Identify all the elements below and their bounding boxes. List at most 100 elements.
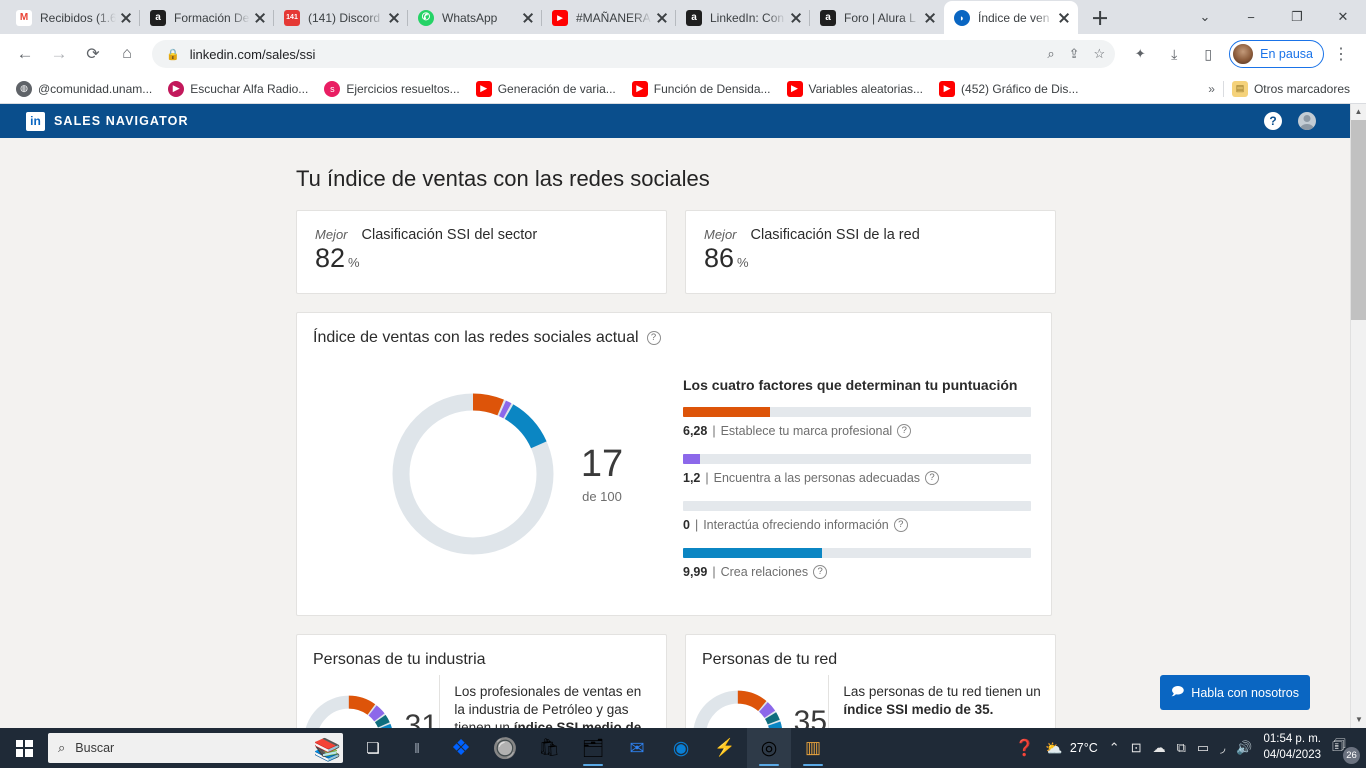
browser-menu-icon[interactable]: ⋮	[1326, 39, 1356, 69]
help-icon[interactable]: ?	[897, 424, 912, 438]
bookmark-item[interactable]: ▶ Escuchar Alfa Radio...	[160, 78, 316, 100]
factor-bar-track	[683, 548, 1031, 558]
tab-close-icon[interactable]	[520, 10, 536, 26]
bookmark-item[interactable]: ◍ @comunidad.unam...	[8, 78, 160, 100]
close-window-button[interactable]: ✕	[1320, 1, 1366, 33]
profile-button[interactable]: En pausa	[1229, 40, 1324, 68]
volume-icon[interactable]: 🔊	[1236, 740, 1252, 756]
people-description: Las personas de tu red tienen un índice …	[843, 683, 1041, 719]
minimize-button[interactable]: −	[1228, 1, 1274, 33]
widgets-icon[interactable]: ‖	[395, 728, 439, 768]
address-bar[interactable]: 🔒 linkedin.com/sales/ssi ⌕ ⇪ ☆	[152, 40, 1116, 68]
help-icon[interactable]: ?	[925, 471, 940, 485]
tray-expand-icon[interactable]: ⌃	[1109, 740, 1120, 756]
factor-label: Interactúa ofreciendo información	[703, 518, 889, 532]
browser-tab[interactable]: a Foro | Alura L	[810, 1, 944, 34]
chat-icon: 🗩	[1170, 684, 1185, 698]
start-button[interactable]	[0, 728, 48, 768]
tab-close-icon[interactable]	[118, 10, 134, 26]
chrome-icon[interactable]: ◎	[747, 728, 791, 768]
weather-widget[interactable]: ⛅ 27°C	[1045, 740, 1097, 757]
bookmark-item[interactable]: ▶ Variables aleatorias...	[779, 78, 932, 100]
file-explorer-icon[interactable]: 🗂	[571, 728, 615, 768]
windows-taskbar: ⌕ Buscar 📚 ❏ ‖ ❖ 🔘 🛍 🗂 ✉ ◉ ⚡ ◎ ▥ ❓ ⛅ 27°…	[0, 728, 1366, 768]
scroll-up-icon[interactable]: ▲	[1351, 104, 1366, 120]
notifications-button[interactable]: 🗊 26	[1332, 735, 1360, 764]
tab-close-icon[interactable]	[788, 10, 804, 26]
wifi-icon[interactable]: ◞	[1220, 740, 1225, 756]
bookmark-item[interactable]: s Ejercicios resueltos...	[316, 78, 467, 100]
tab-close-icon[interactable]	[922, 10, 938, 26]
ssi-score: 17	[580, 442, 624, 485]
avast-icon[interactable]: 🔘	[483, 728, 527, 768]
browser-tab[interactable]: a Formación De	[140, 1, 274, 34]
tab-close-icon[interactable]	[386, 10, 402, 26]
camera-icon[interactable]: ⊡	[1131, 740, 1142, 756]
page-scrollbar[interactable]: ▲ ▼	[1350, 104, 1366, 728]
tab-close-icon[interactable]	[252, 10, 268, 26]
help-icon[interactable]: ?	[1264, 112, 1282, 130]
scrollbar-thumb[interactable]	[1351, 120, 1366, 320]
alura-icon: a	[686, 9, 702, 26]
help-support-icon[interactable]: ❓	[1015, 738, 1035, 758]
dropbox-icon[interactable]: ❖	[439, 728, 483, 768]
taskbar-clock[interactable]: 01:54 p. m. 04/04/2023	[1263, 732, 1321, 763]
whatsapp-icon: ✆	[418, 9, 434, 26]
tab-search-icon[interactable]: ⌄	[1182, 1, 1228, 33]
downloads-icon[interactable]: ⤓	[1159, 39, 1189, 69]
reload-icon[interactable]: ⟳	[78, 39, 108, 69]
home-icon[interactable]: ⌂	[112, 39, 142, 69]
user-avatar-icon[interactable]	[1298, 112, 1316, 130]
other-bookmarks-item[interactable]: ▤ Otros marcadores	[1224, 78, 1358, 100]
share-icon[interactable]: ⇪	[1069, 46, 1080, 62]
avatar	[1232, 43, 1255, 65]
onedrive-icon[interactable]: ☁	[1153, 740, 1166, 756]
edge-icon[interactable]: ◉	[659, 728, 703, 768]
people-industry-card: Personas de tu industria 31 Los profesio…	[296, 634, 667, 728]
task-view-icon[interactable]: ❏	[351, 728, 395, 768]
browser-tab-active[interactable]: ◗ Índice de ven	[944, 1, 1078, 34]
browser-tab[interactable]: M Recibidos (1.6	[6, 1, 140, 34]
help-icon[interactable]: ?	[813, 565, 828, 579]
bookmark-item[interactable]: ▶ (452) Gráfico de Dis...	[931, 78, 1086, 100]
tab-close-icon[interactable]	[654, 10, 670, 26]
factor-value: 0	[683, 518, 690, 532]
current-ssi-title: Índice de ventas con las redes sociales …	[313, 329, 639, 346]
browser-tab[interactable]: ✆ WhatsApp	[408, 1, 542, 34]
battery-icon[interactable]: ▭	[1197, 740, 1209, 756]
screen-share-icon[interactable]: ⧉	[1177, 740, 1186, 756]
taskbar-search-box[interactable]: ⌕ Buscar 📚	[48, 733, 343, 763]
clock-time: 01:54 p. m.	[1263, 733, 1321, 746]
browser-tab[interactable]: ▶ #MAÑANERA	[542, 1, 676, 34]
chat-with-us-button[interactable]: 🗩 Habla con nosotros	[1159, 675, 1310, 710]
microsoft-store-icon[interactable]: 🛍	[527, 728, 571, 768]
help-icon[interactable]: ?	[646, 331, 661, 345]
bookmark-item[interactable]: ▶ Función de Densida...	[624, 78, 779, 100]
scroll-down-icon[interactable]: ▼	[1351, 712, 1366, 728]
youtube-icon: ▶	[939, 80, 956, 97]
side-panel-icon[interactable]: ▯	[1193, 39, 1223, 69]
lightning-icon[interactable]: ⚡	[703, 728, 747, 768]
mail-icon[interactable]: ✉	[615, 728, 659, 768]
ccleaner-icon[interactable]: ▥	[791, 728, 835, 768]
tab-title: LinkedIn: Con	[710, 10, 785, 25]
tab-close-icon[interactable]	[1056, 10, 1072, 26]
factor-label: Establece tu marca profesional	[720, 424, 893, 438]
bookmark-item[interactable]: ▶ Generación de varia...	[468, 78, 624, 100]
forward-icon[interactable]: →	[44, 39, 74, 69]
rank-value: 86	[704, 243, 735, 273]
factor-label: Crea relaciones	[720, 565, 809, 579]
youtube-icon: ▶	[631, 80, 648, 97]
zoom-icon[interactable]: ⌕	[1047, 46, 1054, 62]
maximize-button[interactable]: ❐	[1274, 1, 1320, 33]
bookmarks-overflow-icon[interactable]: »	[1200, 82, 1223, 96]
back-icon[interactable]: ←	[10, 39, 40, 69]
browser-tab[interactable]: 141 (141) Discord	[274, 1, 408, 34]
browser-tab[interactable]: a LinkedIn: Con	[676, 1, 810, 34]
separator: |	[712, 424, 716, 438]
chat-label: Habla con nosotros	[1191, 685, 1299, 700]
help-icon[interactable]: ?	[893, 518, 908, 532]
new-tab-button[interactable]	[1086, 4, 1114, 32]
extensions-icon[interactable]: ✦	[1125, 39, 1155, 69]
bookmark-star-icon[interactable]: ☆	[1094, 46, 1106, 62]
